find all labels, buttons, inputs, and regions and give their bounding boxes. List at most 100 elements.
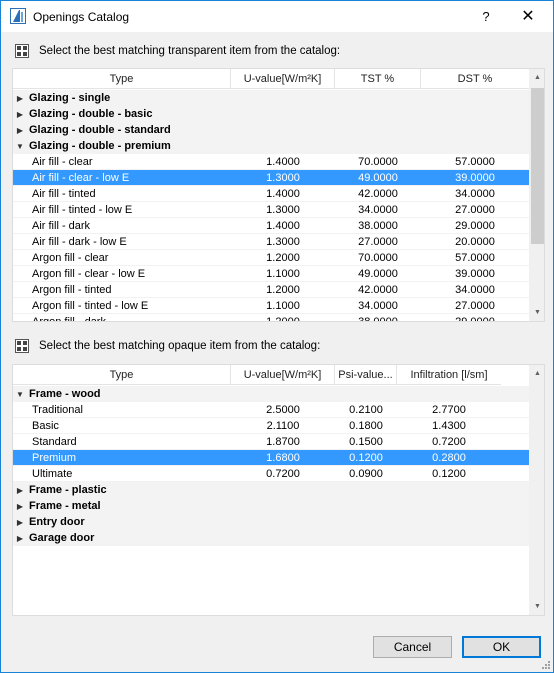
table-row[interactable]: Air fill - clear - low E 1.3000 49.0000 39.… xyxy=(13,170,529,186)
item-label: Argon fill - clear xyxy=(32,251,109,264)
group-label: Glazing - double - basic xyxy=(29,108,153,120)
column-header-infiltration[interactable]: Infiltration [l/sm] xyxy=(397,365,501,385)
type-cell: Air fill - tinted - low E xyxy=(13,202,231,218)
tree-group-row[interactable]: ▶ Glazing - double - standard xyxy=(13,122,529,138)
u-value-cell: 1.3000 xyxy=(266,235,300,248)
column-header-tst[interactable]: TST % xyxy=(335,69,421,89)
cancel-button[interactable]: Cancel xyxy=(373,636,452,658)
opaque-instruction: Select the best matching opaque item fro… xyxy=(39,340,321,352)
tst-cell: 42.0000 xyxy=(358,187,398,200)
psi-value-cell: 0.1500 xyxy=(349,435,383,448)
tree-group-row[interactable]: ▶ Glazing - single xyxy=(13,90,529,106)
tree-group-row[interactable]: ▶ Garage door xyxy=(13,530,529,546)
title-bar[interactable]: Openings Catalog ? ✕ xyxy=(1,1,553,32)
tst-cell: 38.0000 xyxy=(358,219,398,232)
tree-group-row[interactable]: ▶ Frame - plastic xyxy=(13,482,529,498)
scroll-thumb[interactable] xyxy=(531,88,544,244)
scroll-up-arrow-icon[interactable]: ▲ xyxy=(529,69,544,86)
column-header-type[interactable]: Type xyxy=(13,69,231,89)
table-row[interactable]: Ultimate 0.7200 0.0900 0.1200 xyxy=(13,466,529,482)
table-row[interactable]: Argon fill - clear - low E 1.1000 49.0000 3… xyxy=(13,266,529,282)
column-header-psi-value[interactable]: Psi-value... xyxy=(335,365,397,385)
type-cell: ▶ Garage door xyxy=(13,530,231,546)
table-row[interactable]: Traditional 2.5000 0.2100 2.7700 xyxy=(13,402,529,418)
column-header-u-value[interactable]: U-value[W/m²K] xyxy=(231,365,335,385)
u-value-cell: 1.1000 xyxy=(266,299,300,312)
transparent-section-header: Select the best matching transparent ite… xyxy=(15,42,340,60)
table-row[interactable]: Air fill - clear 1.4000 70.0000 57.0000 xyxy=(13,154,529,170)
u-value-cell: 1.1000 xyxy=(266,267,300,280)
scroll-up-arrow-icon[interactable]: ▲ xyxy=(529,365,544,382)
dst-cell: 57.0000 xyxy=(455,155,495,168)
group-label: Garage door xyxy=(29,532,95,544)
dst-cell: 29.0000 xyxy=(455,219,495,232)
tree-group-row[interactable]: ▶ Entry door xyxy=(13,514,529,530)
table-row[interactable]: Basic 2.1100 0.1800 1.4300 xyxy=(13,418,529,434)
table-row[interactable]: Argon fill - tinted 1.2000 42.0000 34.0000 xyxy=(13,282,529,298)
opaque-catalog-table[interactable]: Type U-value[W/m²K] Psi-value... Infiltr… xyxy=(12,364,545,616)
transparent-catalog-table[interactable]: Type U-value[W/m²K] TST % DST % ▶ Glazing… xyxy=(12,68,545,322)
opaque-vertical-scrollbar[interactable]: ▲ ▼ xyxy=(529,365,544,615)
type-cell: ▶ Glazing - double - basic xyxy=(13,106,231,122)
openings-catalog-dialog: Openings Catalog ? ✕ Select the best mat… xyxy=(0,0,554,673)
infiltration-cell: 2.7700 xyxy=(432,403,466,416)
expand-caret-right-icon[interactable]: ▶ xyxy=(13,515,27,530)
type-cell: Basic xyxy=(13,418,231,434)
table-row[interactable]: Air fill - dark 1.4000 38.0000 29.0000 xyxy=(13,218,529,234)
item-label: Standard xyxy=(32,435,77,448)
type-cell: Standard xyxy=(13,434,231,450)
scroll-down-arrow-icon[interactable]: ▼ xyxy=(529,598,544,615)
table-row[interactable]: Air fill - dark - low E 1.3000 27.0000 20.0… xyxy=(13,234,529,250)
tree-group-row[interactable]: ▶ Glazing - double - basic xyxy=(13,106,529,122)
tst-cell: 38.0000 xyxy=(358,315,398,322)
table-row[interactable]: Air fill - tinted - low E 1.3000 34.0000 27… xyxy=(13,202,529,218)
u-value-cell: 1.4000 xyxy=(266,155,300,168)
u-value-cell: 1.2000 xyxy=(266,283,300,296)
ok-button[interactable]: OK xyxy=(462,636,541,658)
type-cell: ▶ Glazing - double - standard xyxy=(13,122,231,138)
expand-caret-right-icon[interactable]: ▶ xyxy=(13,531,27,546)
table-row[interactable]: Premium 1.6800 0.1200 0.2800 xyxy=(13,450,529,466)
opaque-section-header: Select the best matching opaque item fro… xyxy=(15,337,320,355)
table-row[interactable]: Argon fill - tinted - low E 1.1000 34.0000… xyxy=(13,298,529,314)
column-header-u-value[interactable]: U-value[W/m²K] xyxy=(231,69,335,89)
group-label: Frame - metal xyxy=(29,500,101,512)
help-button[interactable]: ? xyxy=(471,5,501,29)
expand-caret-right-icon[interactable]: ▶ xyxy=(13,123,27,138)
table-row[interactable]: Argon fill - clear 1.2000 70.0000 57.0000 xyxy=(13,250,529,266)
transparent-vertical-scrollbar[interactable]: ▲ ▼ xyxy=(529,69,544,321)
psi-value-cell: 0.2100 xyxy=(349,403,383,416)
type-cell: ▼ Frame - wood xyxy=(13,386,231,402)
item-label: Air fill - dark - low E xyxy=(32,235,127,248)
close-button[interactable]: ✕ xyxy=(513,5,543,29)
group-label: Entry door xyxy=(29,516,85,528)
psi-value-cell: 0.1800 xyxy=(349,419,383,432)
table-row[interactable]: Standard 1.8700 0.1500 0.7200 xyxy=(13,434,529,450)
item-label: Basic xyxy=(32,419,59,432)
tst-cell: 70.0000 xyxy=(358,251,398,264)
tree-group-row[interactable]: ▼ Frame - wood xyxy=(13,386,529,402)
item-label: Ultimate xyxy=(32,467,73,480)
column-header-type[interactable]: Type xyxy=(13,365,231,385)
scroll-down-arrow-icon[interactable]: ▼ xyxy=(529,304,544,321)
table-row[interactable]: Argon fill - dark 1.2000 38.0000 29.0000 xyxy=(13,314,529,322)
expand-caret-right-icon[interactable]: ▶ xyxy=(13,499,27,514)
tree-group-row[interactable]: ▶ Frame - metal xyxy=(13,498,529,514)
table-header: Type U-value[W/m²K] Psi-value... Infiltr… xyxy=(13,365,501,385)
expand-caret-right-icon[interactable]: ▶ xyxy=(13,107,27,122)
type-cell: Argon fill - clear xyxy=(13,250,231,266)
tree-group-row[interactable]: ▼ Glazing - double - premium xyxy=(13,138,529,154)
type-cell: Premium xyxy=(13,450,231,466)
group-label: Glazing - double - standard xyxy=(29,124,171,136)
expand-caret-right-icon[interactable]: ▶ xyxy=(13,91,27,106)
expand-caret-down-icon[interactable]: ▼ xyxy=(13,139,27,154)
expand-caret-right-icon[interactable]: ▶ xyxy=(13,483,27,498)
expand-caret-down-icon[interactable]: ▼ xyxy=(13,387,27,402)
column-header-dst[interactable]: DST % xyxy=(421,69,529,89)
dst-cell: 57.0000 xyxy=(455,251,495,264)
item-label: Air fill - clear xyxy=(32,155,93,168)
resize-grip-icon[interactable] xyxy=(540,659,550,669)
table-row[interactable]: Air fill - tinted 1.4000 42.0000 34.0000 xyxy=(13,186,529,202)
app-icon xyxy=(10,8,26,24)
item-label: Premium xyxy=(32,451,77,464)
